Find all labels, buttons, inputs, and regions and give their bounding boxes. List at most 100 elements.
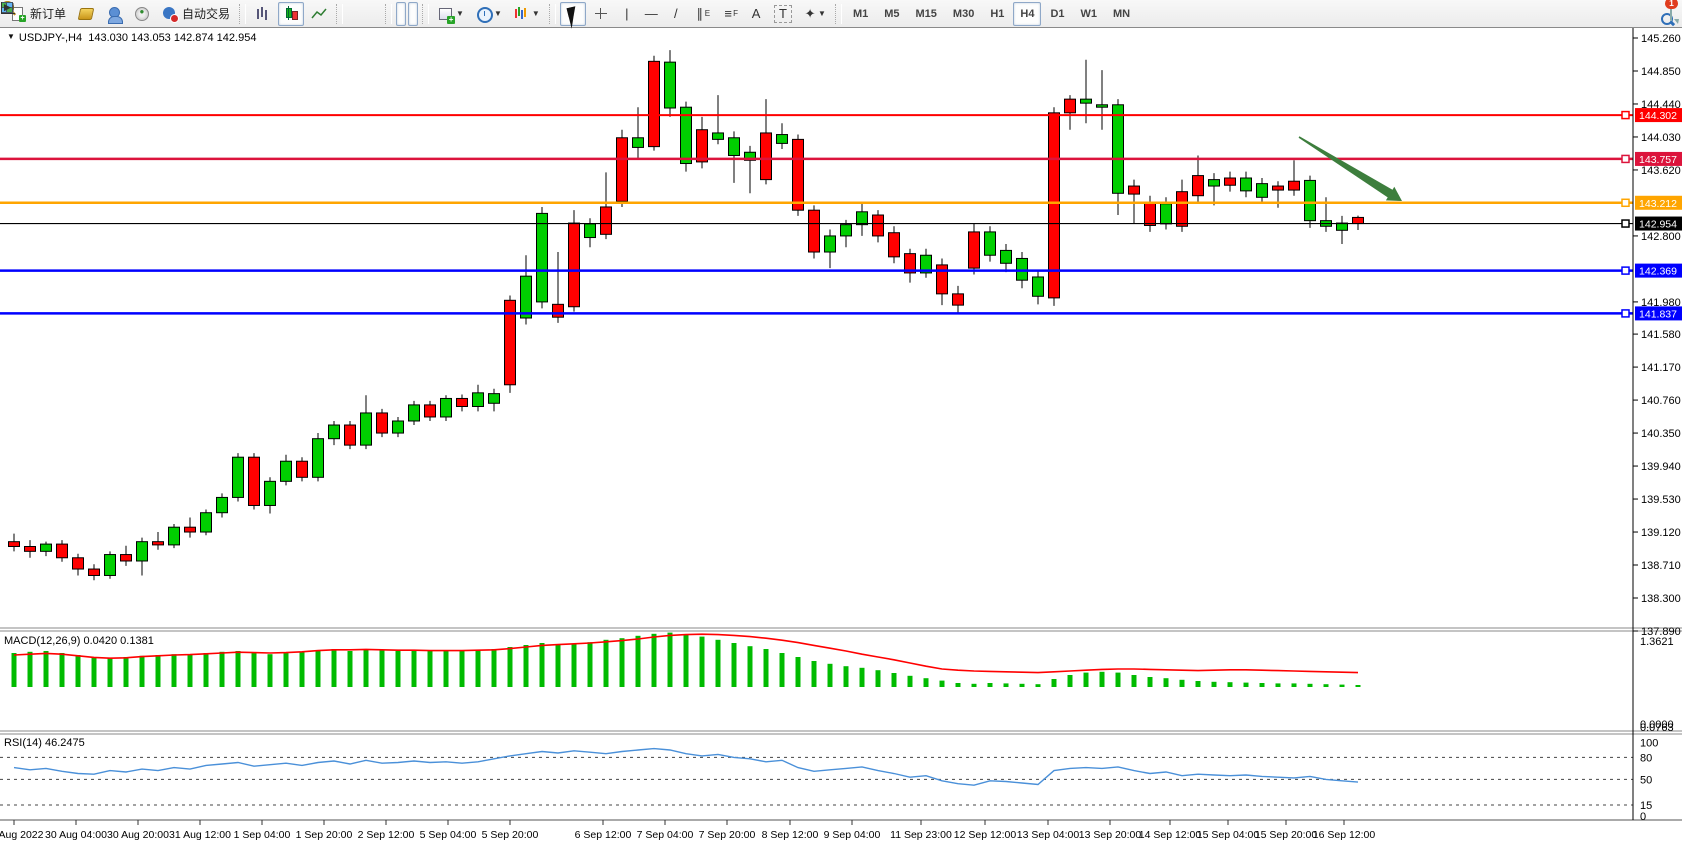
macd-bar [332,649,337,687]
candlestick-chart-icon [283,6,299,22]
macd-bar [220,652,225,687]
macd-bar [1004,683,1009,687]
timeframe-m1-button[interactable]: M1 [846,2,875,26]
text-label-button[interactable]: T [769,2,797,26]
line-chart-button[interactable] [306,2,332,26]
hline-handle[interactable] [1622,112,1629,119]
macd-bar [876,670,881,687]
vertical-line-icon: | [621,6,633,22]
timeframe-m5-button[interactable]: M5 [877,2,906,26]
date-tick-label: 13 Sep 04:00 [1017,829,1080,841]
macd-bar [1100,672,1105,687]
chart-canvas[interactable]: 145.260144.850144.440144.030143.620142.8… [0,0,1682,846]
price-tick-label: 139.530 [1641,494,1681,506]
trendline-button[interactable]: / [665,2,687,26]
text-label-icon: T [774,5,792,23]
macd-bar [812,661,817,687]
price-tick-label: 139.120 [1641,527,1681,539]
date-tick-label: 11 Sep 23:00 [890,829,952,841]
indicators-button[interactable]: ▼ [509,2,545,26]
tile-windows-button[interactable] [371,2,381,26]
macd-bar [924,678,929,687]
timeframe-group: M1M5M15M30H1H4D1W1MN [845,2,1138,26]
hline-handle[interactable] [1622,310,1629,317]
macd-bar [828,664,833,687]
fibonacci-button[interactable]: ≡F [717,2,743,26]
bar-chart-icon [255,6,271,22]
macd-bar [1020,684,1025,687]
price-tick-label: 140.760 [1641,395,1681,407]
new-chart-button[interactable]: ▼ [433,2,469,26]
macd-bar [556,645,561,687]
macd-bar [1260,683,1265,687]
date-tick-label: 15 Sep 20:00 [1255,829,1318,841]
arrows-button[interactable]: ✦▼ [799,2,831,26]
hline-handle[interactable] [1622,267,1629,274]
auto-trading-button[interactable]: 自动交易 [157,2,235,26]
profile-button[interactable] [101,2,127,26]
timeframe-d1-button[interactable]: D1 [1043,2,1071,26]
hline-handle[interactable] [1622,199,1629,206]
cursor-icon [565,6,581,22]
period-dropdown-button[interactable]: ▼ [471,2,507,26]
macd-bar [700,637,705,687]
date-tick-label: 31 Aug 12:00 [169,829,231,841]
timeframe-mn-button[interactable]: MN [1106,2,1137,26]
timeframe-h1-button[interactable]: H1 [983,2,1011,26]
date-tick-label: 15 Sep 04:00 [1197,829,1260,841]
chart-title: ▼USDJPY-,H4 143.030 143.053 142.874 142.… [7,32,256,44]
timeframe-m30-button[interactable]: M30 [946,2,981,26]
hline-handle[interactable] [1622,220,1629,227]
chart-shift-button[interactable]: ▶∣ [408,2,418,26]
macd-bar [892,673,897,687]
hline-handle[interactable] [1622,155,1629,162]
toolbar-separator [835,4,842,24]
macd-bar [860,668,865,687]
chart-symbol: USDJPY-,H4 [19,32,82,44]
macd-bar [908,676,913,687]
macd-bar [380,650,385,687]
macd-bar [1084,673,1089,687]
macd-bar [1068,675,1073,687]
toolbar-separator [239,4,246,24]
candlestick-chart-button[interactable] [278,2,304,26]
trendline-icon: / [670,6,682,22]
signals-icon [134,6,150,22]
timeframe-m15-button[interactable]: M15 [909,2,944,26]
macd-bar [124,657,129,687]
text-button[interactable]: A [745,2,767,26]
signals-button[interactable] [129,2,155,26]
bar-chart-button[interactable] [250,2,276,26]
macd-bar [572,644,577,687]
notifications-button[interactable]: 1 [1670,3,1672,21]
macd-bar [12,653,17,687]
indicators-icon [514,6,530,22]
macd-bar [540,643,545,687]
crosshair-button[interactable] [588,2,614,26]
crosshair-icon [593,6,609,22]
macd-bar [252,653,257,687]
macd-bar [524,645,529,687]
cursor-button[interactable] [560,2,586,26]
auto-scroll-button[interactable]: ▶ [396,2,406,26]
timeframe-h4-button[interactable]: H4 [1013,2,1041,26]
date-tick-label: 1 Sep 20:00 [296,829,353,841]
macd-bar [172,654,177,687]
date-tick-label: 1 Sep 04:00 [234,829,291,841]
timeframe-w1-button[interactable]: W1 [1074,2,1105,26]
zoom-in-button[interactable]: + [347,2,357,26]
equidistant-channel-button[interactable]: ∥E [689,2,715,26]
macd-bar [412,650,417,687]
macd-bar [428,651,433,687]
macd-bar [76,655,81,687]
macd-bar [1148,677,1153,687]
symbols-button[interactable] [73,2,99,26]
price-tick-label: 144.850 [1641,66,1681,78]
zoom-out-button[interactable]: − [359,2,369,26]
macd-bar [636,636,641,687]
horizontal-line-button[interactable]: — [640,2,663,26]
vertical-line-button[interactable]: | [616,2,638,26]
price-line-badge: 142.954 [1639,219,1677,231]
macd-bar [108,658,113,687]
macd-bar [1196,681,1201,687]
